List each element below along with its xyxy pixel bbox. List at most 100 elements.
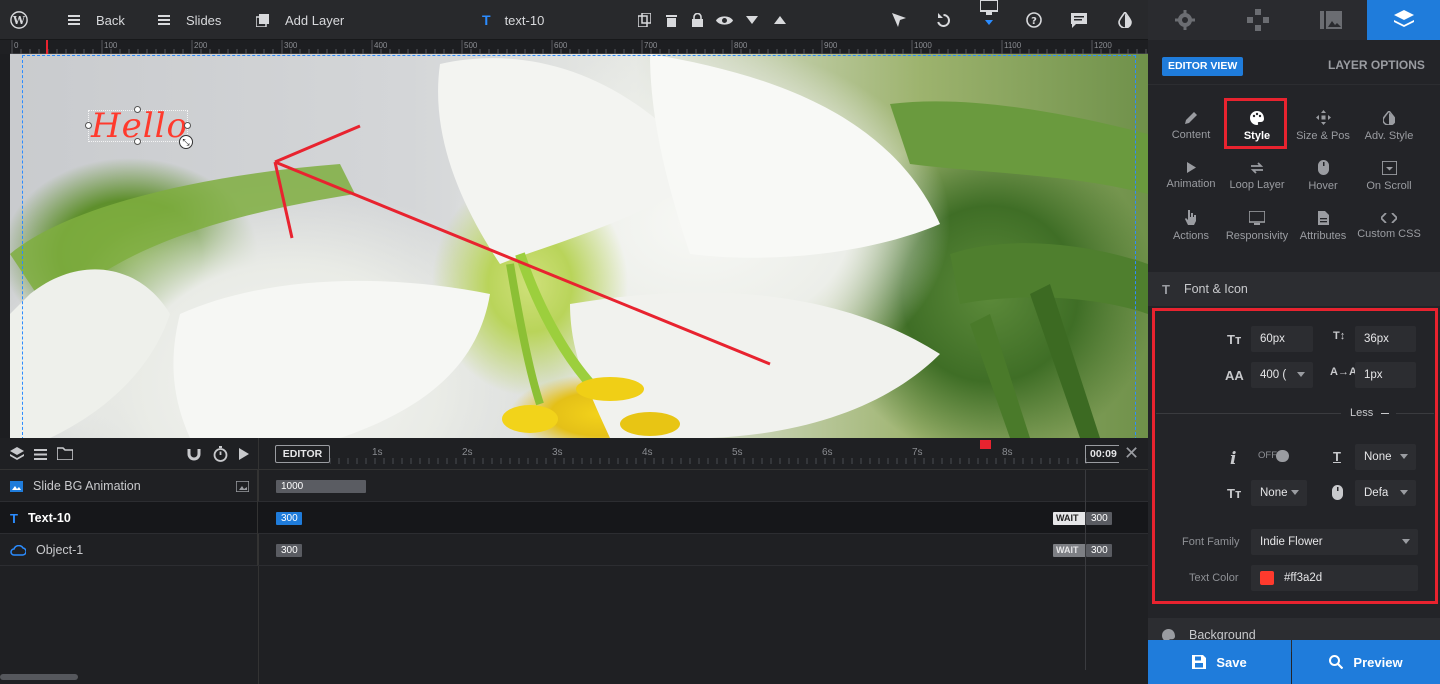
- color-swatch[interactable]: [1260, 571, 1274, 585]
- time-mark: 3s: [552, 447, 563, 458]
- slides-button[interactable]: Slides: [158, 0, 221, 40]
- duplicate-icon[interactable]: [638, 0, 651, 40]
- size-pos-button[interactable]: Size & Pos: [1290, 102, 1356, 150]
- responsivity-button[interactable]: Responsivity: [1224, 202, 1290, 250]
- cursor-select-icon[interactable]: [892, 0, 906, 40]
- tab-media[interactable]: [1294, 0, 1367, 40]
- button-label: Adv. Style: [1364, 129, 1414, 142]
- timer-icon[interactable]: [213, 446, 228, 465]
- trash-icon[interactable]: [666, 0, 677, 40]
- resize-handle[interactable]: [184, 122, 191, 129]
- move-icon: [1315, 110, 1331, 125]
- resize-handle[interactable]: [134, 106, 141, 113]
- button-label: Content: [1171, 129, 1211, 141]
- less-toggle[interactable]: Less: [1350, 407, 1373, 419]
- hand-icon: [1185, 210, 1196, 225]
- animation-button[interactable]: Animation: [1158, 152, 1224, 200]
- help-icon[interactable]: ?: [1026, 0, 1042, 40]
- line-height-input[interactable]: 36px: [1355, 326, 1416, 352]
- text-decoration-icon: T: [1333, 449, 1341, 464]
- text-decoration-select[interactable]: None: [1355, 444, 1416, 470]
- close-timeline-icon[interactable]: ✕: [1124, 444, 1139, 462]
- chevron-down-icon: [1297, 372, 1305, 377]
- font-weight-select[interactable]: 400 (: [1251, 362, 1313, 388]
- timeline-row[interactable]: Object-1 300 WAIT 300: [0, 534, 1148, 566]
- back-button[interactable]: Back: [68, 0, 125, 40]
- chevron-down-icon: [1402, 539, 1410, 544]
- animation-bar[interactable]: 1000: [276, 480, 366, 493]
- editor-time-label[interactable]: EDITOR: [275, 445, 330, 463]
- exit-bar[interactable]: 300: [1086, 544, 1112, 557]
- slides-label: Slides: [186, 12, 222, 28]
- timeline-row-selected[interactable]: T Text-10 300 WAIT 300: [0, 502, 1148, 534]
- italic-icon: i: [1230, 449, 1237, 469]
- tab-navigation[interactable]: [1221, 0, 1294, 40]
- add-layer-button[interactable]: Add Layer: [256, 0, 344, 40]
- contrast-icon: [1383, 110, 1395, 125]
- italic-toggle[interactable]: [1276, 450, 1289, 462]
- layers-toggle-icon[interactable]: [10, 447, 24, 464]
- magnet-snap-icon[interactable]: [187, 447, 201, 464]
- adv-style-button[interactable]: Adv. Style: [1356, 102, 1422, 150]
- preview-button[interactable]: Preview: [1292, 640, 1440, 684]
- tab-layers[interactable]: [1367, 0, 1440, 40]
- on-scroll-button[interactable]: On Scroll: [1356, 152, 1422, 200]
- save-icon: [1192, 655, 1207, 669]
- button-label: Attributes: [1299, 229, 1347, 242]
- text-layer-icon: T: [482, 12, 491, 28]
- tab-slide-settings[interactable]: [1148, 0, 1221, 40]
- font-weight-icon: AA: [1225, 368, 1244, 383]
- select-value: Defa: [1364, 487, 1389, 499]
- move-up-icon[interactable]: [774, 0, 786, 40]
- file-icon: [1317, 210, 1329, 225]
- text-color-label: Text Color: [1189, 572, 1239, 584]
- editor-view-button[interactable]: EDITOR VIEW: [1162, 57, 1244, 76]
- letter-spacing-input[interactable]: 1px: [1355, 362, 1416, 388]
- contrast-mode-icon[interactable]: [1118, 0, 1132, 40]
- button-label: Animation: [1166, 178, 1216, 190]
- font-size-input[interactable]: 60px: [1251, 326, 1313, 352]
- exit-bar[interactable]: 300: [1086, 512, 1112, 525]
- custom-css-button[interactable]: Custom CSS: [1356, 202, 1422, 250]
- button-label: Custom CSS: [1357, 227, 1421, 240]
- cursor-select[interactable]: Defa: [1355, 480, 1416, 506]
- current-layer-name[interactable]: T text-10: [482, 0, 544, 40]
- resize-handle[interactable]: [85, 122, 92, 129]
- playhead-marker[interactable]: [980, 440, 991, 449]
- hover-button[interactable]: Hover: [1290, 152, 1356, 200]
- text-transform-select[interactable]: None: [1251, 480, 1307, 506]
- loop-layer-button[interactable]: Loop Layer: [1224, 152, 1290, 200]
- highlight-box: [1224, 98, 1287, 149]
- content-button[interactable]: Content: [1158, 102, 1224, 150]
- time-mark: 7s: [912, 447, 923, 458]
- play-timeline-icon[interactable]: [239, 448, 249, 463]
- font-family-select[interactable]: Indie Flower: [1251, 529, 1418, 555]
- text-color-input[interactable]: #ff3a2d: [1251, 565, 1418, 591]
- folder-icon[interactable]: [56, 447, 74, 463]
- undo-icon[interactable]: [936, 0, 951, 40]
- desktop-view-icon[interactable]: [980, 0, 998, 40]
- ruler-mark: 400: [374, 41, 388, 50]
- font-icon-section-header[interactable]: T Font & Icon: [1148, 272, 1440, 306]
- lock-icon[interactable]: [692, 0, 703, 40]
- visibility-eye-icon[interactable]: [716, 0, 733, 40]
- responsive-icon: [1249, 210, 1265, 225]
- save-button[interactable]: Save: [1148, 640, 1291, 684]
- wordpress-logo-icon[interactable]: W: [10, 0, 28, 40]
- list-view-icon[interactable]: [34, 448, 47, 463]
- actions-button[interactable]: Actions: [1158, 202, 1224, 250]
- timeline-row[interactable]: Slide BG Animation 1000: [0, 470, 1148, 502]
- comments-icon[interactable]: [1071, 0, 1087, 40]
- animation-bar[interactable]: 300: [276, 544, 302, 557]
- ruler-mark: 1200: [1094, 41, 1112, 50]
- svg-text:W: W: [12, 14, 26, 27]
- resize-corner-icon[interactable]: ⤡: [179, 135, 193, 149]
- horizontal-scrollbar[interactable]: [0, 674, 78, 680]
- resize-handle[interactable]: [134, 138, 141, 145]
- attributes-button[interactable]: Attributes: [1290, 202, 1356, 250]
- gallery-small-icon[interactable]: [235, 480, 250, 495]
- move-down-icon[interactable]: [746, 0, 758, 40]
- ruler-mark: 800: [734, 41, 748, 50]
- animation-bar[interactable]: 300: [276, 512, 302, 525]
- scroll-icon: [1381, 160, 1397, 175]
